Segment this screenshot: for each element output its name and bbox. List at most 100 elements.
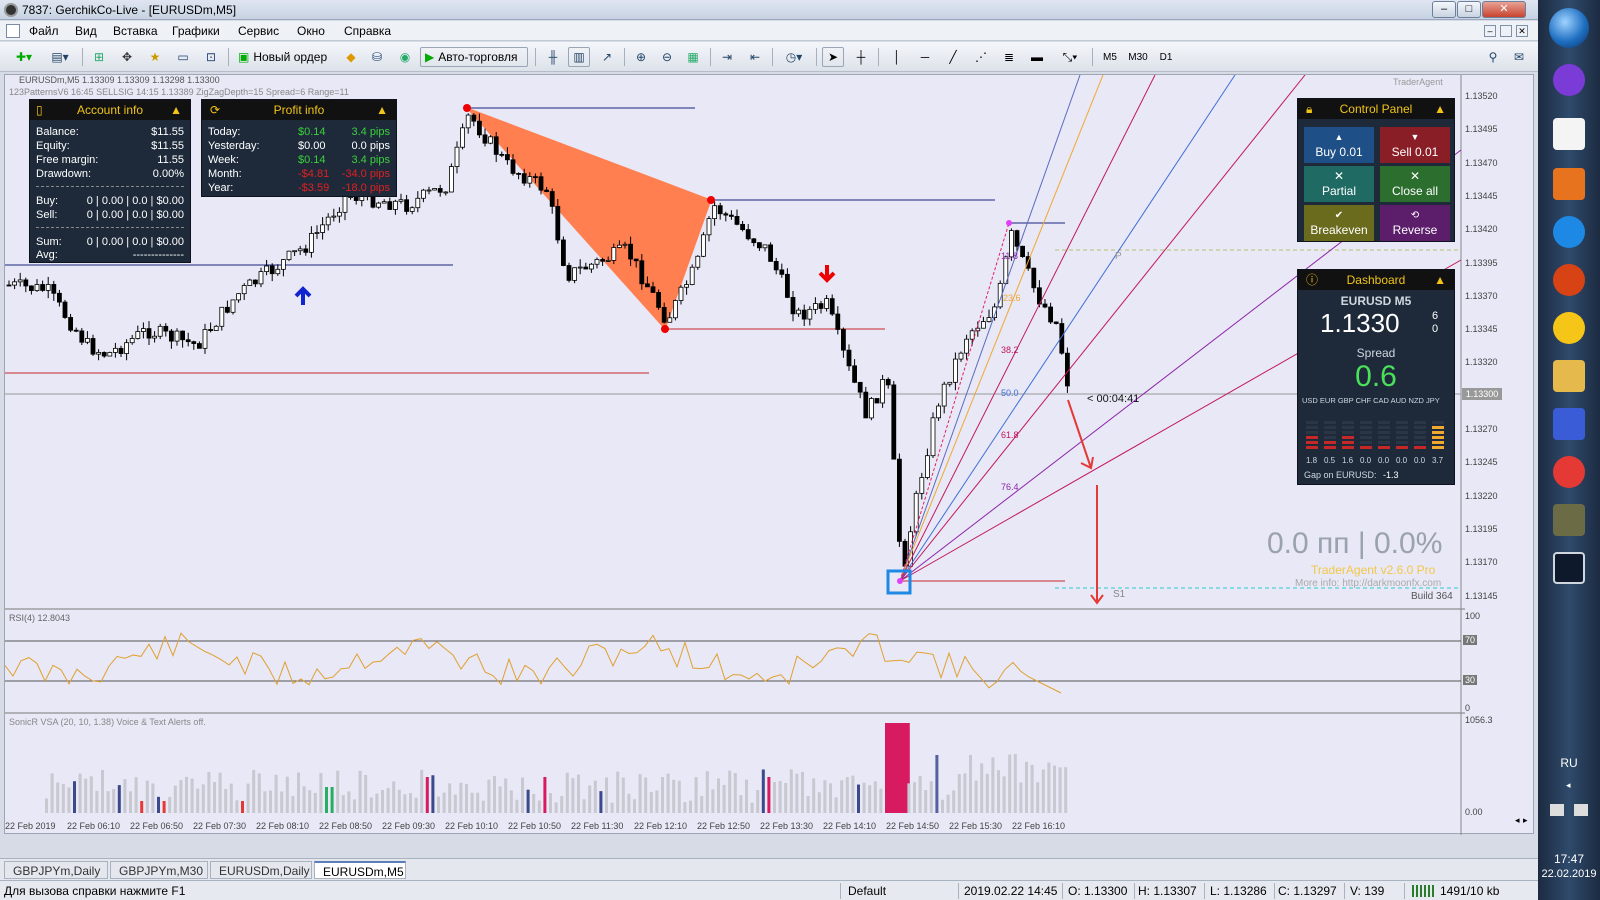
- time-tick-label: 22 Feb 09:30: [382, 821, 436, 831]
- buy-button[interactable]: ▲ Buy 0.01: [1304, 127, 1374, 163]
- breakeven-button[interactable]: ✔ Breakeven: [1304, 205, 1374, 241]
- mdi-minimize-button[interactable]: –: [1484, 25, 1496, 37]
- tile-windows-icon[interactable]: ▦: [682, 47, 704, 67]
- close-all-icon: ✕: [1409, 169, 1421, 183]
- toolbar-separator: [1092, 48, 1093, 66]
- network-icon[interactable]: [1550, 804, 1564, 816]
- menu-file[interactable]: Файл: [29, 24, 59, 38]
- tray-expand-icon[interactable]: ◂: [1566, 780, 1571, 791]
- zoom-in-icon[interactable]: ⊕: [630, 47, 652, 67]
- market-watch-icon[interactable]: ⊞: [88, 47, 110, 67]
- new-order-button[interactable]: ▣ Новый ордер: [234, 47, 334, 67]
- lemon-icon[interactable]: [1553, 312, 1585, 344]
- document-icon[interactable]: [1553, 118, 1585, 150]
- status-profile: Default: [848, 884, 887, 898]
- close-button[interactable]: ✕: [1482, 1, 1526, 18]
- menu-window[interactable]: Окно: [297, 24, 325, 38]
- candle-chart-icon[interactable]: ▥: [568, 47, 590, 67]
- radar-icon[interactable]: ◉: [394, 47, 416, 67]
- horizontal-line-icon[interactable]: ─: [914, 47, 936, 67]
- media-player-icon[interactable]: [1553, 168, 1585, 200]
- fib-fan-icon[interactable]: ⋰: [970, 47, 992, 67]
- internet-explorer-icon[interactable]: [1553, 216, 1585, 248]
- dashboard-symbol: EURUSD M5: [1340, 294, 1412, 308]
- collapse-icon[interactable]: ▲: [170, 100, 182, 120]
- save-icon[interactable]: [1553, 408, 1585, 440]
- chart-tabs: GBPJPYm,Daily GBPJPYm,M30 EURUSDm,Daily …: [0, 858, 1538, 880]
- doc-icon: [6, 24, 20, 38]
- periods-icon[interactable]: ◷▾: [778, 47, 810, 67]
- chart-shift-icon[interactable]: ⇤: [744, 47, 766, 67]
- timeframe-d1[interactable]: D1: [1154, 47, 1178, 67]
- tab-eurusd-m5[interactable]: EURUSDm,M5: [314, 861, 406, 879]
- collapse-icon[interactable]: ▲: [1434, 270, 1446, 290]
- language-indicator[interactable]: RU: [1538, 756, 1600, 770]
- cursor-icon[interactable]: ➤: [822, 47, 844, 67]
- volume-icon[interactable]: [1574, 804, 1588, 816]
- bar-chart-icon[interactable]: ╫: [542, 47, 564, 67]
- price-superscript: 6: [1432, 310, 1439, 322]
- sell-button[interactable]: ▼ Sell 0.01: [1380, 127, 1450, 163]
- crosshair-icon[interactable]: ┼: [850, 47, 872, 67]
- profit-row-pips: -34.0 pips: [341, 168, 390, 180]
- trendline-icon[interactable]: ╱: [942, 47, 964, 67]
- reverse-button[interactable]: ⟲ Reverse: [1380, 205, 1450, 241]
- crosshair-move-icon[interactable]: ✥: [116, 47, 138, 67]
- close-all-button[interactable]: ✕ Close all: [1380, 166, 1450, 202]
- scroll-right-icon[interactable]: ▸: [1523, 815, 1528, 826]
- time-tick-label: 22 Feb 16:10: [1012, 821, 1066, 831]
- start-button[interactable]: [1549, 8, 1589, 48]
- menu-help[interactable]: Справка: [344, 24, 391, 38]
- dashboard-header[interactable]: ⓘ Dashboard ▲: [1298, 270, 1454, 290]
- signals-icon[interactable]: ⛁: [366, 47, 388, 67]
- drawdown-label: Drawdown:: [36, 168, 92, 180]
- profiles-icon[interactable]: ▤▾: [44, 47, 76, 67]
- clock-time[interactable]: 17:47: [1538, 852, 1600, 866]
- auto-trading-button[interactable]: ▶ Авто-торговля: [420, 47, 528, 67]
- folder-icon[interactable]: [1553, 360, 1585, 392]
- menu-service[interactable]: Сервис: [238, 24, 279, 38]
- pivot-s1-label: S1: [1113, 589, 1126, 600]
- tab-gbpjpy-m30[interactable]: GBPJPYm,M30: [110, 861, 208, 879]
- search-icon[interactable]: ⚲: [1482, 47, 1504, 67]
- line-chart-icon[interactable]: ↗: [596, 47, 618, 67]
- menu-insert[interactable]: Вставка: [113, 24, 158, 38]
- mdi-restore-button[interactable]: [1500, 25, 1512, 37]
- collapse-icon[interactable]: ▲: [376, 100, 388, 120]
- timeframe-m30[interactable]: M30: [1124, 47, 1152, 67]
- rectangle-icon[interactable]: ▬: [1026, 47, 1048, 67]
- yandex-browser-icon[interactable]: [1553, 456, 1585, 488]
- tester-icon[interactable]: ⊡: [200, 47, 222, 67]
- maximize-button[interactable]: □: [1457, 1, 1481, 18]
- objects-icon[interactable]: ⤡▾: [1054, 47, 1086, 67]
- autoscroll-icon[interactable]: ⇥: [716, 47, 738, 67]
- menu-view[interactable]: Вид: [75, 24, 97, 38]
- vertical-line-icon[interactable]: │: [886, 47, 908, 67]
- tab-gbpjpy-daily[interactable]: GBPJPYm,Daily: [4, 861, 108, 879]
- tab-eurusd-daily[interactable]: EURUSDm,Daily: [210, 861, 312, 879]
- new-chart-icon[interactable]: ✚▾: [8, 47, 40, 67]
- alpari-icon[interactable]: [1553, 504, 1585, 536]
- clock-date[interactable]: 22.02.2019: [1538, 868, 1600, 880]
- timeframe-m5[interactable]: M5: [1098, 47, 1122, 67]
- scroll-left-icon[interactable]: ◂: [1515, 815, 1520, 826]
- rsi-level-70: 70: [1463, 635, 1478, 645]
- control-panel-header[interactable]: 🔒︎ Control Panel ▲: [1298, 99, 1454, 119]
- menu-charts[interactable]: Графики: [172, 24, 220, 38]
- zoom-out-icon[interactable]: ⊖: [656, 47, 678, 67]
- metaeditor-icon[interactable]: ◆: [340, 47, 362, 67]
- partial-button[interactable]: ✕ Partial: [1304, 166, 1374, 202]
- account-info-header[interactable]: ▯ Account info ▲: [30, 100, 190, 120]
- voice-assistant-icon[interactable]: [1553, 64, 1585, 96]
- resolve-icon[interactable]: [1553, 264, 1585, 296]
- equidistant-channel-icon[interactable]: ≣: [998, 47, 1020, 67]
- metatrader-icon[interactable]: [1553, 552, 1585, 584]
- chart-window[interactable]: EURUSDm,M5 1.13309 1.13309 1.13298 1.133…: [4, 74, 1534, 835]
- terminal-icon[interactable]: ▭: [172, 47, 194, 67]
- minimize-button[interactable]: –: [1432, 1, 1456, 18]
- navigator-icon[interactable]: ★: [144, 47, 166, 67]
- profit-info-header[interactable]: ⟳ Profit info ▲: [202, 100, 396, 120]
- chat-icon[interactable]: ✉: [1508, 47, 1530, 67]
- collapse-icon[interactable]: ▲: [1434, 99, 1446, 119]
- mdi-close-button[interactable]: ✕: [1516, 25, 1528, 37]
